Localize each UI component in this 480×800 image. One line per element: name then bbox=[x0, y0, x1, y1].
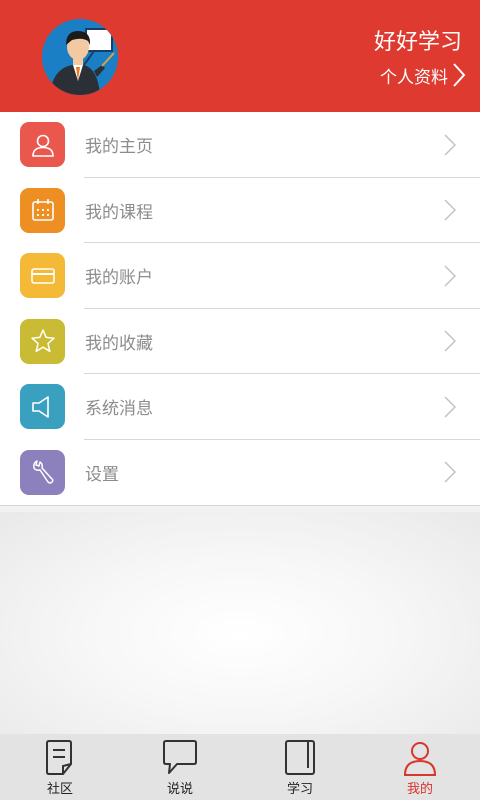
menu-item-label: 我的课程 bbox=[85, 202, 153, 223]
teacher-avatar-icon bbox=[42, 19, 118, 95]
chevron-right-icon bbox=[444, 330, 456, 352]
tab-mine[interactable]: 我的 bbox=[360, 734, 480, 800]
menu-item-favorites[interactable]: 我的收藏 bbox=[0, 309, 480, 375]
calendar-icon bbox=[20, 187, 65, 233]
profile-link[interactable]: 个人资料 bbox=[380, 62, 466, 88]
chat-icon bbox=[163, 740, 197, 774]
menu-item-homepage[interactable]: 我的主页 bbox=[0, 112, 480, 178]
profile-header: 好好学习 个人资料 bbox=[0, 0, 480, 112]
user-icon bbox=[20, 122, 65, 168]
wrench-icon bbox=[20, 449, 65, 495]
menu-list: 我的主页 我的课程 我的账户 我的收藏 系统消息 设置 bbox=[0, 112, 480, 506]
tab-study[interactable]: 学习 bbox=[240, 734, 360, 800]
community-icon bbox=[46, 740, 72, 775]
user-icon bbox=[403, 742, 437, 776]
tab-label: 社区 bbox=[46, 782, 73, 797]
menu-item-courses[interactable]: 我的课程 bbox=[0, 178, 480, 244]
chevron-right-icon bbox=[444, 199, 456, 221]
menu-item-label: 设置 bbox=[85, 464, 119, 485]
chevron-right-icon bbox=[444, 134, 456, 156]
speaker-icon bbox=[20, 384, 65, 430]
profile-link-label: 个人资料 bbox=[380, 67, 448, 88]
chevron-right-icon bbox=[453, 63, 466, 87]
chevron-right-icon bbox=[444, 461, 456, 483]
tab-community[interactable]: 社区 bbox=[0, 734, 120, 800]
card-icon bbox=[20, 253, 65, 299]
avatar[interactable] bbox=[42, 19, 118, 95]
empty-content-area bbox=[0, 512, 480, 734]
nickname: 好好学习 bbox=[373, 30, 462, 55]
tab-label: 我的 bbox=[406, 782, 433, 797]
tab-label: 说说 bbox=[166, 782, 193, 797]
chevron-right-icon bbox=[444, 265, 456, 287]
tab-label: 学习 bbox=[286, 782, 313, 797]
chevron-right-icon bbox=[444, 396, 456, 418]
bottom-tab-bar: 社区 说说 学习 我的 bbox=[0, 734, 480, 800]
menu-item-messages[interactable]: 系统消息 bbox=[0, 374, 480, 440]
menu-item-settings[interactable]: 设置 bbox=[0, 440, 480, 506]
star-icon bbox=[20, 318, 65, 364]
menu-item-label: 系统消息 bbox=[85, 399, 153, 420]
menu-item-label: 我的收藏 bbox=[85, 333, 153, 354]
menu-item-account[interactable]: 我的账户 bbox=[0, 243, 480, 309]
tab-talk[interactable]: 说说 bbox=[120, 734, 240, 800]
menu-item-label: 我的账户 bbox=[85, 268, 153, 289]
book-icon bbox=[285, 740, 315, 775]
menu-item-label: 我的主页 bbox=[85, 137, 153, 158]
